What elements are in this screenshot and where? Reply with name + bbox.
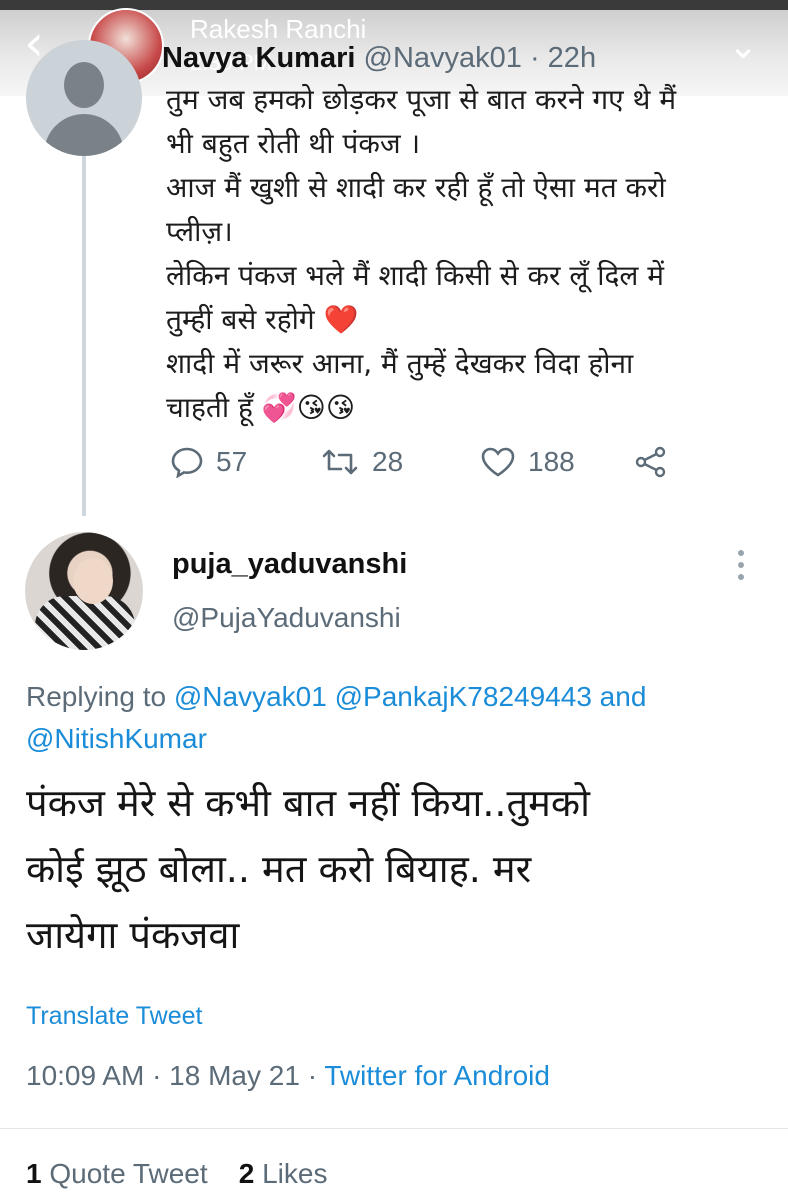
reply-button[interactable]: 57 (170, 440, 247, 484)
mention-link[interactable]: @NitishKumar (26, 723, 207, 754)
source-link[interactable]: Twitter for Android (324, 1060, 550, 1091)
heart-icon (481, 447, 515, 477)
mention-link[interactable]: @PankajK78249443 (335, 681, 592, 712)
story-user-name: Rakesh Ranchi (190, 14, 367, 44)
tweet-line: तुम्हीं बसे रहोगे ❤️ (166, 303, 359, 336)
mention-link[interactable]: @Navyak01 (174, 681, 327, 712)
tweet-line: शादी में जरूर आना, मैं तुम्हें देखकर विद… (166, 347, 634, 380)
quote-tweets-link[interactable]: 1 Quote Tweet (26, 1158, 208, 1189)
replying-to: Replying to @Navyak01 @PankajK78249443 a… (26, 676, 766, 760)
divider (0, 1128, 788, 1129)
tweet-line: लेकिन पंकज भले मैं शादी किसी से कर लूँ द… (166, 259, 664, 292)
replying-prefix: Replying to (26, 681, 174, 712)
reply-line: कोई झूठ बोला.. मत करो बियाह. मर (26, 847, 532, 891)
thread-line (82, 156, 86, 516)
reply-author-handle[interactable]: @PujaYaduvanshi (172, 602, 401, 634)
quote-label: Quote Tweet (49, 1158, 208, 1189)
reply-author-name[interactable]: puja_yaduvanshi (172, 548, 407, 581)
reply-line: पंकज मेरे से कभी बात नहीं किया..तुमको (26, 781, 590, 825)
likes-label: Likes (262, 1158, 328, 1189)
tweet-timestamp: 10:09 AM · 18 May 21 · Twitter for Andro… (26, 1060, 550, 1092)
avatar-head-shape (64, 62, 104, 108)
tweet-author-line: Navya Kumari @Navyak01 · 22h (162, 42, 596, 75)
tweet-actions: 57 28 188 (170, 440, 730, 484)
user-avatar[interactable] (25, 532, 143, 650)
translate-tweet-link[interactable]: Translate Tweet (26, 1002, 202, 1031)
replying-and: and (591, 681, 647, 712)
like-button[interactable]: 188 (480, 440, 575, 484)
retweet-count: 28 (372, 446, 404, 477)
avatar-shirt-shape (35, 596, 135, 650)
tweet-line: चाहती हूँ 💞😘😘 (166, 391, 356, 424)
share-icon (635, 446, 666, 478)
reply-line: जायेगा पंकजवा (26, 913, 240, 957)
chevron-down-icon[interactable]: ⌄ (728, 26, 758, 67)
avatar-face-shape (73, 558, 113, 604)
tweet-stats: 1 Quote Tweet 2 Likes (26, 1158, 327, 1190)
like-count: 2 (238, 1158, 255, 1189)
tweet-line: भी बहुत रोती थी पंकज । (166, 127, 421, 160)
default-avatar[interactable] (26, 40, 142, 156)
more-options-icon[interactable] (738, 550, 746, 586)
tweet-text: तुम जब हमको छोड़कर पूजा से बात करने गए थ… (166, 78, 766, 430)
tweet-line: तुम जब हमको छोड़कर पूजा से बात करने गए थ… (166, 83, 677, 116)
tweet-line: आज मैं खुशी से शादी कर रही हूँ तो ऐसा मत… (166, 171, 666, 204)
reply-icon (171, 447, 203, 478)
tweet-author-name[interactable]: Navya Kumari (162, 42, 355, 74)
quote-count: 1 (26, 1158, 42, 1189)
tweet-age: · 22h (529, 42, 597, 74)
reply-text: पंकज मेरे से कभी बात नहीं किया..तुमको को… (26, 770, 776, 968)
retweet-icon (322, 449, 358, 475)
like-count: 188 (528, 446, 575, 477)
timestamp-text: 10:09 AM · 18 May 21 · (26, 1060, 325, 1091)
reply-count: 57 (216, 446, 248, 477)
likes-link[interactable]: 2 Likes (239, 1158, 328, 1189)
avatar-body-shape (44, 114, 124, 156)
tweet-line: प्लीज़। (166, 215, 233, 248)
share-button[interactable] (634, 440, 680, 484)
tweet-author-handle[interactable]: @Navyak01 (364, 42, 522, 74)
retweet-button[interactable]: 28 (320, 440, 403, 484)
